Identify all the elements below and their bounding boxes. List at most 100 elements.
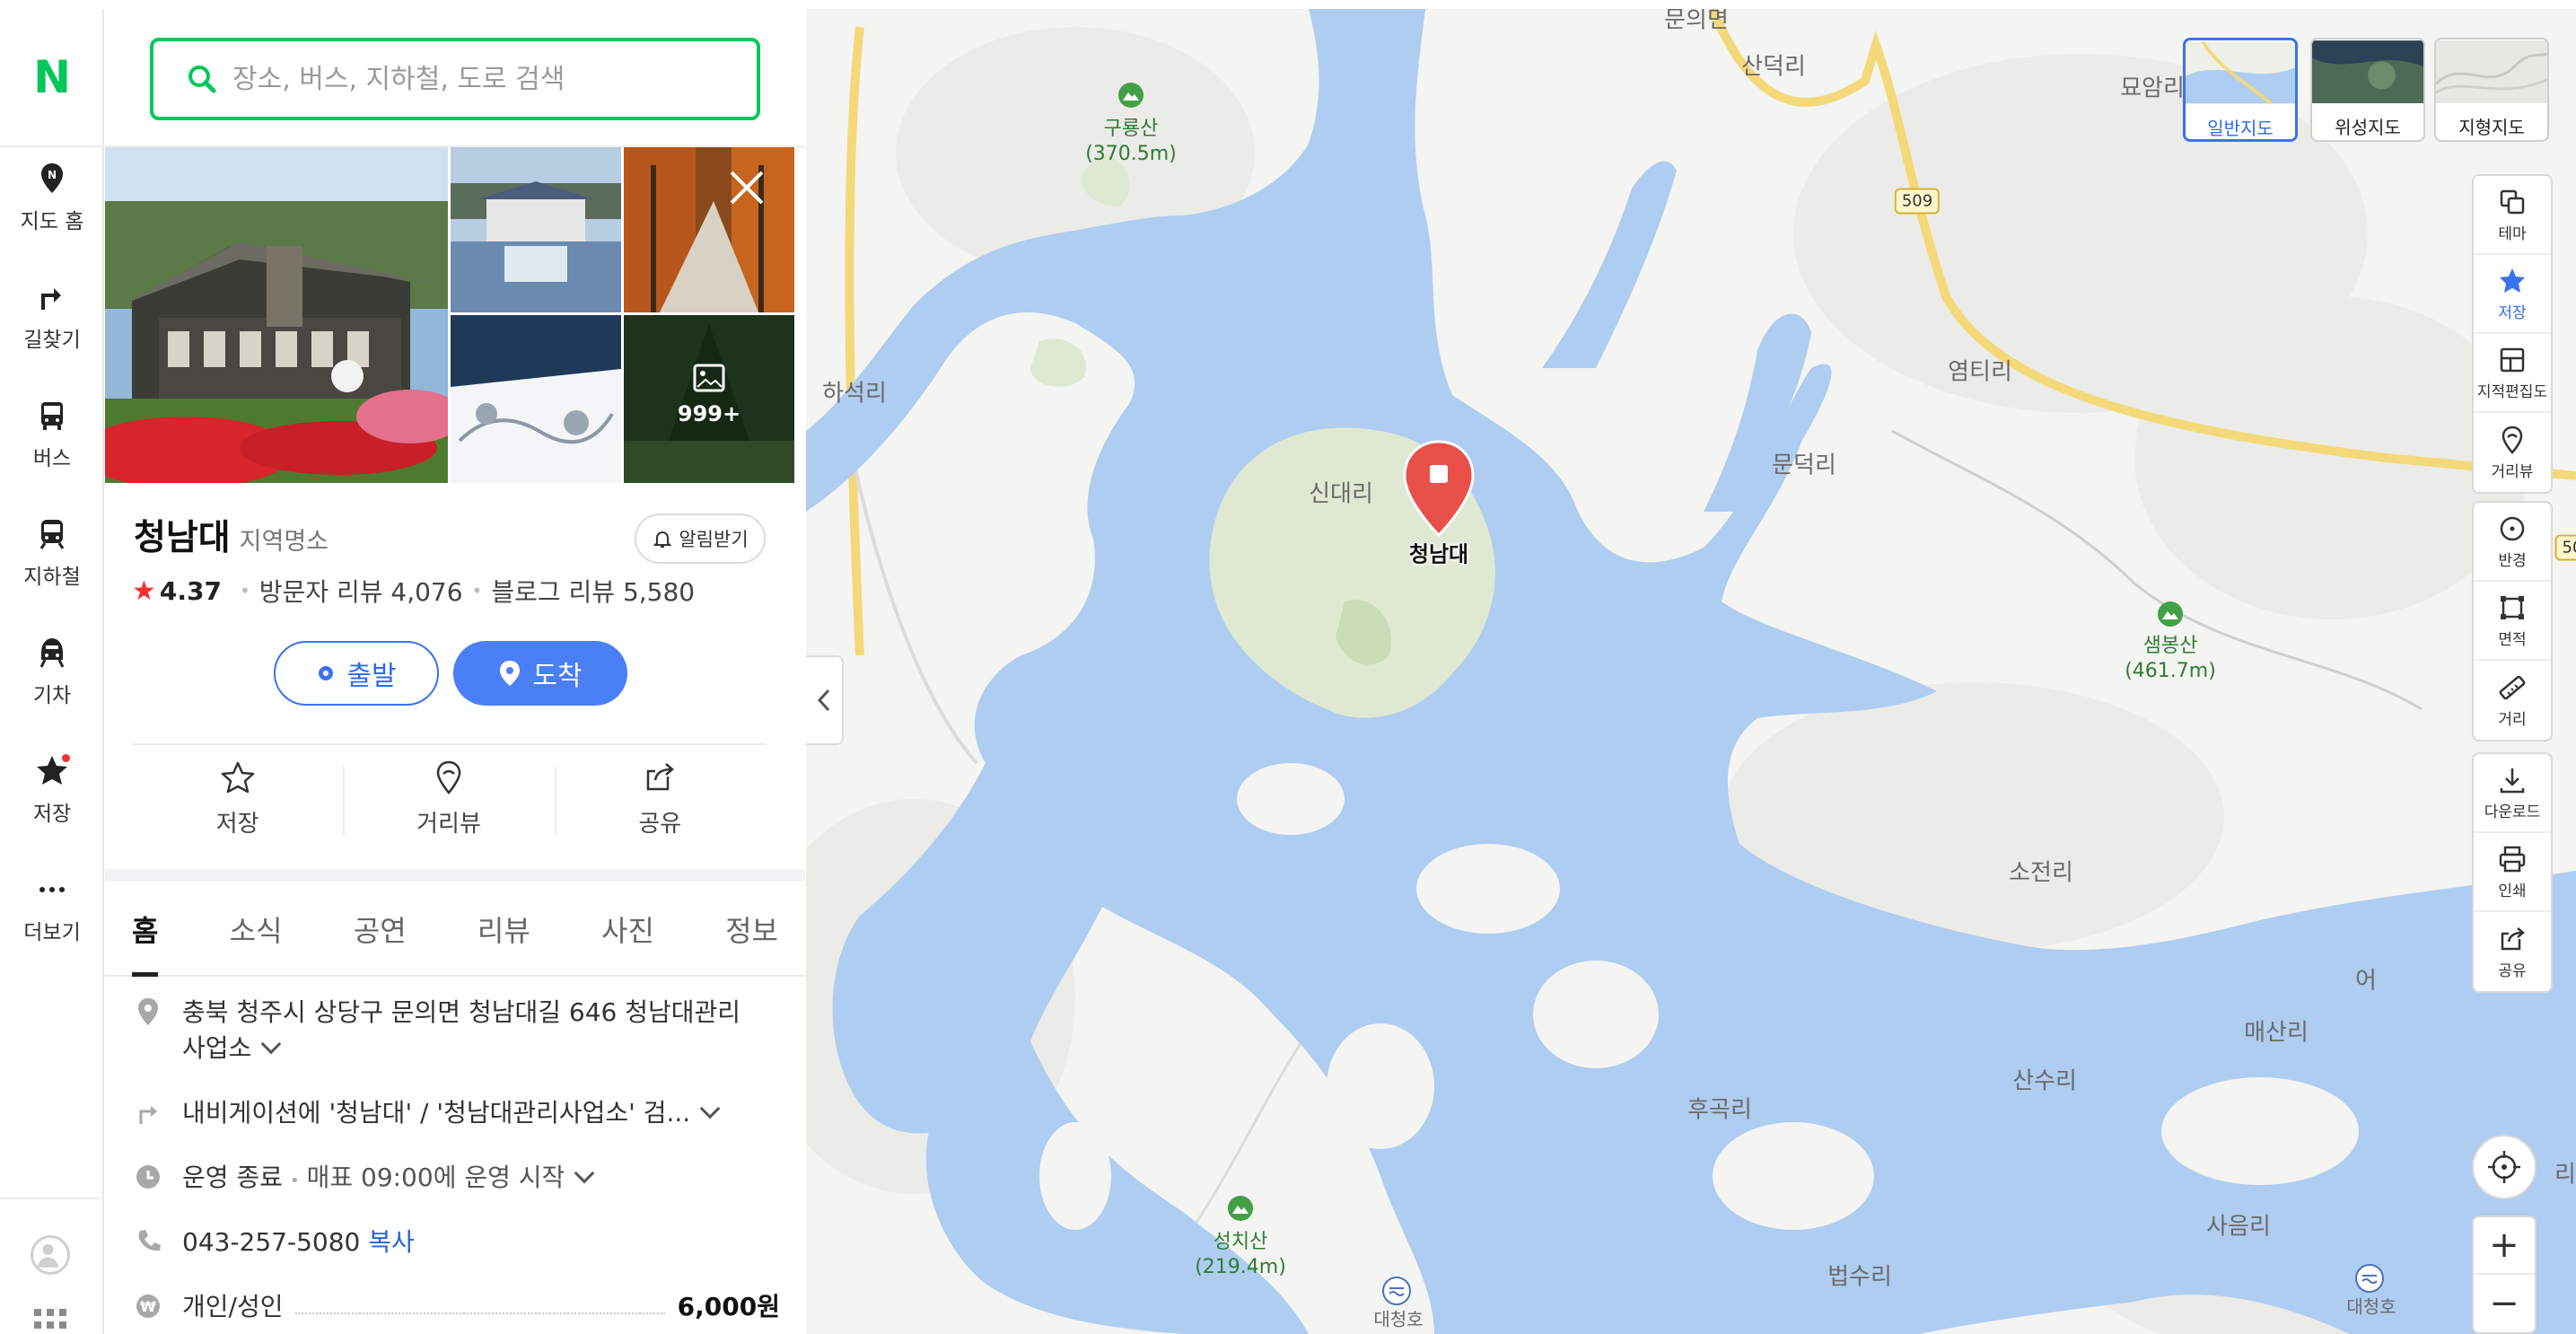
chevron-left-icon (817, 689, 830, 712)
tab-performance[interactable]: 공연 (354, 882, 407, 975)
my-location-button[interactable] (2472, 1135, 2537, 1199)
navigation-text: 내비게이션에 '청남대' / '청남대관리사업소' 검... (182, 1098, 691, 1128)
chevron-down-icon[interactable] (699, 1098, 721, 1119)
place-marker-pin[interactable] (1401, 440, 1476, 539)
bus-icon (41, 402, 63, 430)
rating-star-icon: ★ (132, 575, 156, 607)
rail-item-saved[interactable]: 저장 (0, 736, 104, 844)
share-icon (647, 762, 675, 790)
section-gap (105, 869, 805, 882)
share-icon (2501, 926, 2525, 950)
saved-places-button[interactable]: 저장 (2474, 255, 2551, 334)
navigation-row[interactable]: 내비게이션에 '청남대' / '청남대관리사업소' 검... (134, 1095, 780, 1131)
tab-photos[interactable]: 사진 (601, 882, 654, 975)
map-label-saembongsan: 샘봉산 (461.7m) (2125, 635, 2216, 682)
save-action[interactable]: 저장 (132, 745, 343, 851)
photo-gallery[interactable]: 999+ (105, 147, 794, 483)
print-button[interactable]: 인쇄 (2474, 833, 2551, 912)
arrive-button[interactable]: 도착 (453, 641, 627, 706)
rail-item-subway[interactable]: 지하철 (0, 499, 104, 607)
photo-count: 999+ (677, 401, 741, 426)
navigation-arrow-icon (139, 1106, 157, 1124)
map-canvas[interactable]: 문의면 산덕리 묘암리 509 구룡산 (370.5m) 하석리 염티리 신대리 … (806, 9, 2576, 1334)
photo-thumb-3[interactable] (451, 315, 621, 483)
rail-item-map-home[interactable]: N 지도 홈 (0, 144, 104, 251)
won-coin-icon: ₩ (136, 1295, 160, 1318)
rail-item-bus[interactable]: 버스 (0, 381, 104, 488)
search-input[interactable] (232, 63, 735, 95)
radius-button[interactable]: 반경 (2474, 503, 2551, 582)
share-map-button[interactable]: 공유 (2474, 912, 2551, 991)
phone-icon (138, 1230, 161, 1251)
visitor-reviews-link[interactable]: 방문자 리뷰 4,076 (259, 573, 463, 609)
collapse-panel-button[interactable] (806, 655, 844, 745)
search-box[interactable] (150, 38, 760, 120)
address-text: 충북 청주시 상당구 문의면 청남대길 646 청남대관리 (182, 997, 741, 1027)
zoom-out-button[interactable]: − (2474, 1275, 2535, 1332)
map-label-seongchisan: 성치산 (219.4m) (1195, 1231, 1286, 1278)
map-label-daecheongho-2: 대청호 (2346, 1295, 2396, 1318)
photo-thumb-1[interactable] (451, 147, 621, 312)
star-outline-icon (221, 761, 254, 793)
map-controls-measure: 반경 면적 거리 (2472, 501, 2553, 742)
blog-reviews-link[interactable]: 블로그 리뷰 5,580 (491, 573, 695, 609)
address-row[interactable]: 충북 청주시 상당구 문의면 청남대길 646 청남대관리사업소 (134, 995, 780, 1066)
rail-item-more[interactable]: 더보기 (0, 855, 104, 962)
chevron-down-icon[interactable] (574, 1163, 595, 1184)
subway-icon (39, 520, 65, 549)
apps-grid-icon[interactable] (34, 1309, 66, 1334)
photo-thumb-2[interactable] (624, 147, 794, 312)
chevron-down-icon[interactable] (260, 1033, 282, 1055)
share-action[interactable]: 공유 (554, 745, 766, 851)
photo-more[interactable]: 999+ (624, 315, 794, 483)
download-icon (2500, 768, 2525, 793)
tab-news[interactable]: 소식 (230, 882, 283, 975)
area-button[interactable]: 면적 (2474, 582, 2551, 661)
bell-icon (653, 531, 672, 548)
close-icon[interactable] (724, 165, 769, 210)
rating-value: 4.37 (159, 575, 222, 606)
address-text-2: 사업소 (182, 1033, 252, 1063)
theme-button[interactable]: 테마 (2474, 176, 2551, 255)
naver-logo[interactable]: N (0, 9, 104, 147)
tab-reviews[interactable]: 리뷰 (478, 882, 530, 975)
street-view-action[interactable]: 거리뷰 (343, 745, 554, 851)
maptype-satellite[interactable]: 위성지도 (2310, 38, 2425, 142)
search-icon (188, 66, 216, 93)
map-label-beopsu: 법수리 (1827, 1263, 1892, 1291)
photo-main[interactable] (105, 147, 448, 483)
street-view-button[interactable]: 거리뷰 (2474, 413, 2551, 492)
place-name: 청남대 (134, 518, 231, 558)
rail-item-train[interactable]: 기차 (0, 618, 104, 725)
tab-home[interactable]: 홈 (132, 882, 159, 977)
rail-item-directions[interactable]: 길찾기 (0, 262, 104, 370)
road-shield-edge: 50 (2554, 534, 2576, 561)
hours-row[interactable]: 운영 종료 • 매표 09:00에 운영 시작 (134, 1160, 780, 1199)
map-controls-output: 다운로드 인쇄 공유 (2472, 752, 2553, 993)
terrain-map-thumb (2436, 40, 2547, 103)
distance-button[interactable]: 거리 (2474, 661, 2551, 740)
locate-icon (2488, 1151, 2520, 1183)
tab-info[interactable]: 정보 (725, 882, 778, 975)
map-label-myoam: 묘암리 (2120, 75, 2185, 102)
maptype-normal[interactable]: 일반지도 (2183, 38, 2298, 142)
theme-icon (2500, 189, 2525, 214)
maptype-terrain[interactable]: 지형지도 (2434, 38, 2549, 142)
rating-row: ★ 4.37 • 방문자 리뷰 4,076 • 블로그 리뷰 5,580 (132, 573, 695, 609)
phone-number[interactable]: 043-257-5080 (182, 1227, 360, 1257)
dam-icon (1382, 1277, 1411, 1305)
depart-button[interactable]: 출발 (274, 641, 439, 706)
place-tabs: 홈 소식 공연 리뷰 사진 정보 (105, 882, 805, 977)
copy-phone-button[interactable]: 복사 (368, 1227, 415, 1257)
map-base (806, 9, 2576, 1334)
cadastral-button[interactable]: 지적편집도 (2474, 334, 2551, 413)
street-view-icon (436, 760, 461, 794)
notification-dot (62, 754, 70, 762)
alarm-button[interactable]: 알림받기 (635, 513, 766, 564)
pin-label: 청남대 (1408, 541, 1469, 567)
avatar[interactable] (31, 1235, 70, 1275)
download-button[interactable]: 다운로드 (2474, 754, 2551, 833)
map-label-hugok: 후곡리 (1687, 1096, 1752, 1124)
destination-pin-icon (500, 661, 521, 686)
zoom-in-button[interactable]: + (2474, 1217, 2535, 1275)
